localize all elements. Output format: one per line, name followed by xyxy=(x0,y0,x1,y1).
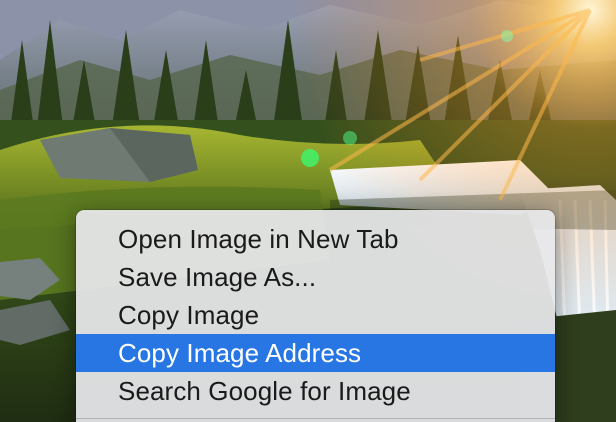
context-menu: Open Image in New Tab Save Image As... C… xyxy=(76,210,555,422)
image-canvas[interactable]: Open Image in New Tab Save Image As... C… xyxy=(0,0,616,422)
menu-item-copy-image[interactable]: Copy Image xyxy=(76,296,555,334)
menu-item-save-image-as[interactable]: Save Image As... xyxy=(76,258,555,296)
menu-item-open-image-new-tab[interactable]: Open Image in New Tab xyxy=(76,220,555,258)
menu-item-search-google-for-image[interactable]: Search Google for Image xyxy=(76,372,555,410)
menu-item-copy-image-address[interactable]: Copy Image Address xyxy=(76,334,555,372)
menu-separator xyxy=(76,418,555,419)
